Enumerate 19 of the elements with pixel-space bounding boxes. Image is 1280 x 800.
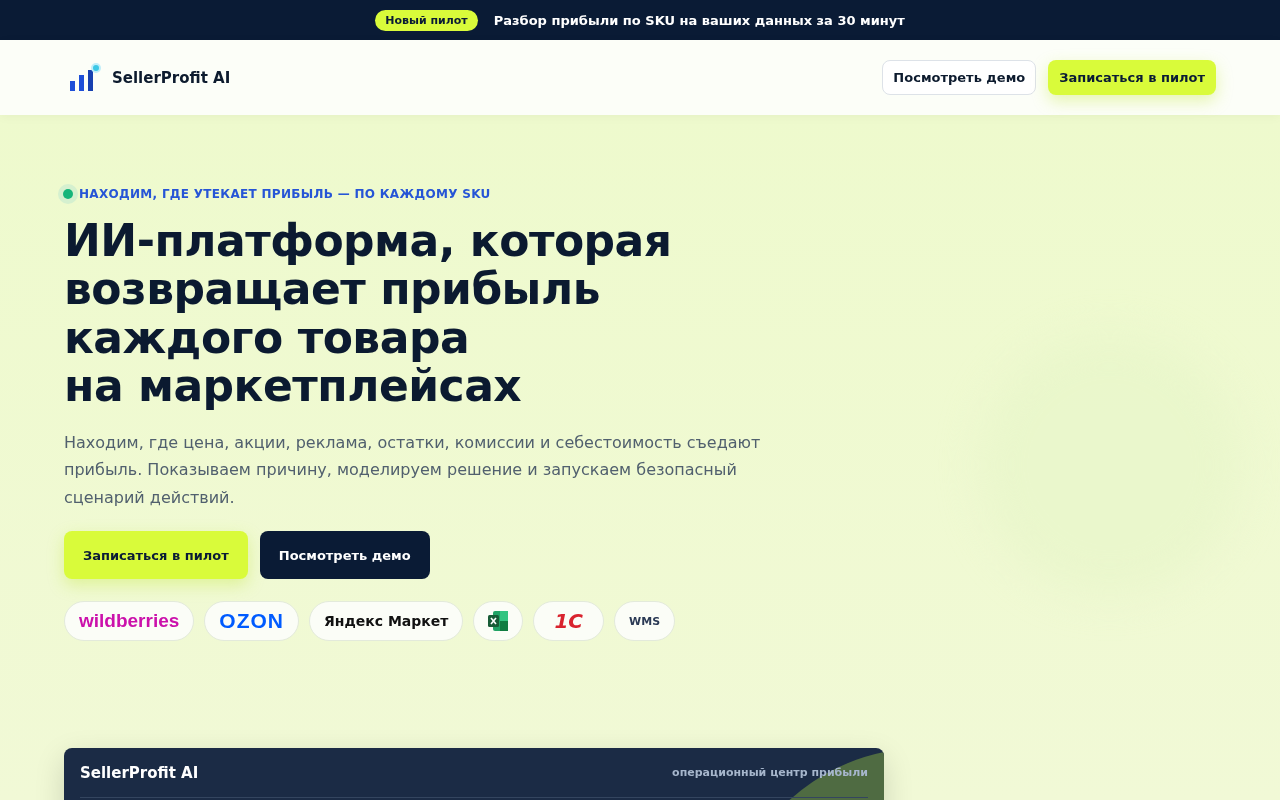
brand-name[interactable]: SellerProfit AI (112, 68, 231, 87)
eyebrow-text: НАХОДИМ, ГДЕ УТЕКАЕТ ПРИБЫЛЬ — ПО КАЖДОМУ SKU (79, 187, 491, 201)
announcement-text: Разбор прибыли по SKU на ваших данных за 30 минут (493, 12, 905, 28)
integration-logo: WMS (614, 601, 676, 642)
integration-logo: Яндекс Маркет (309, 601, 464, 642)
demo-button[interactable]: Посмотреть демо (882, 60, 1037, 95)
integration-logo: OZON (204, 601, 299, 642)
integration-logo: 1С (533, 601, 605, 642)
integration-logo: wildberries (64, 601, 195, 642)
logo-icon[interactable] (68, 62, 102, 93)
hero-subtitle: Находим, где цена, акции, реклама, остатки, комиссии и себестоимость съедают прибыль. Показываем причину, моделируем решение и запускаем безопасный сценарий действий. (64, 431, 762, 509)
pilot-button[interactable]: Записаться в пилот (64, 531, 248, 580)
demo-button[interactable]: Посмотреть демо (259, 531, 430, 580)
spreadsheet-icon (487, 610, 510, 633)
panel-subtitle: операционный центр прибыли (672, 766, 868, 779)
panel-title: SellerProfit AI (80, 763, 199, 782)
hero-title: ИИ-платформа, которая возвращает прибыль каждого товара на маркетплейсах (64, 217, 673, 411)
pilot-button[interactable]: Записаться в пилот (1048, 60, 1216, 95)
announcement-badge: Новый пилот (375, 9, 478, 31)
